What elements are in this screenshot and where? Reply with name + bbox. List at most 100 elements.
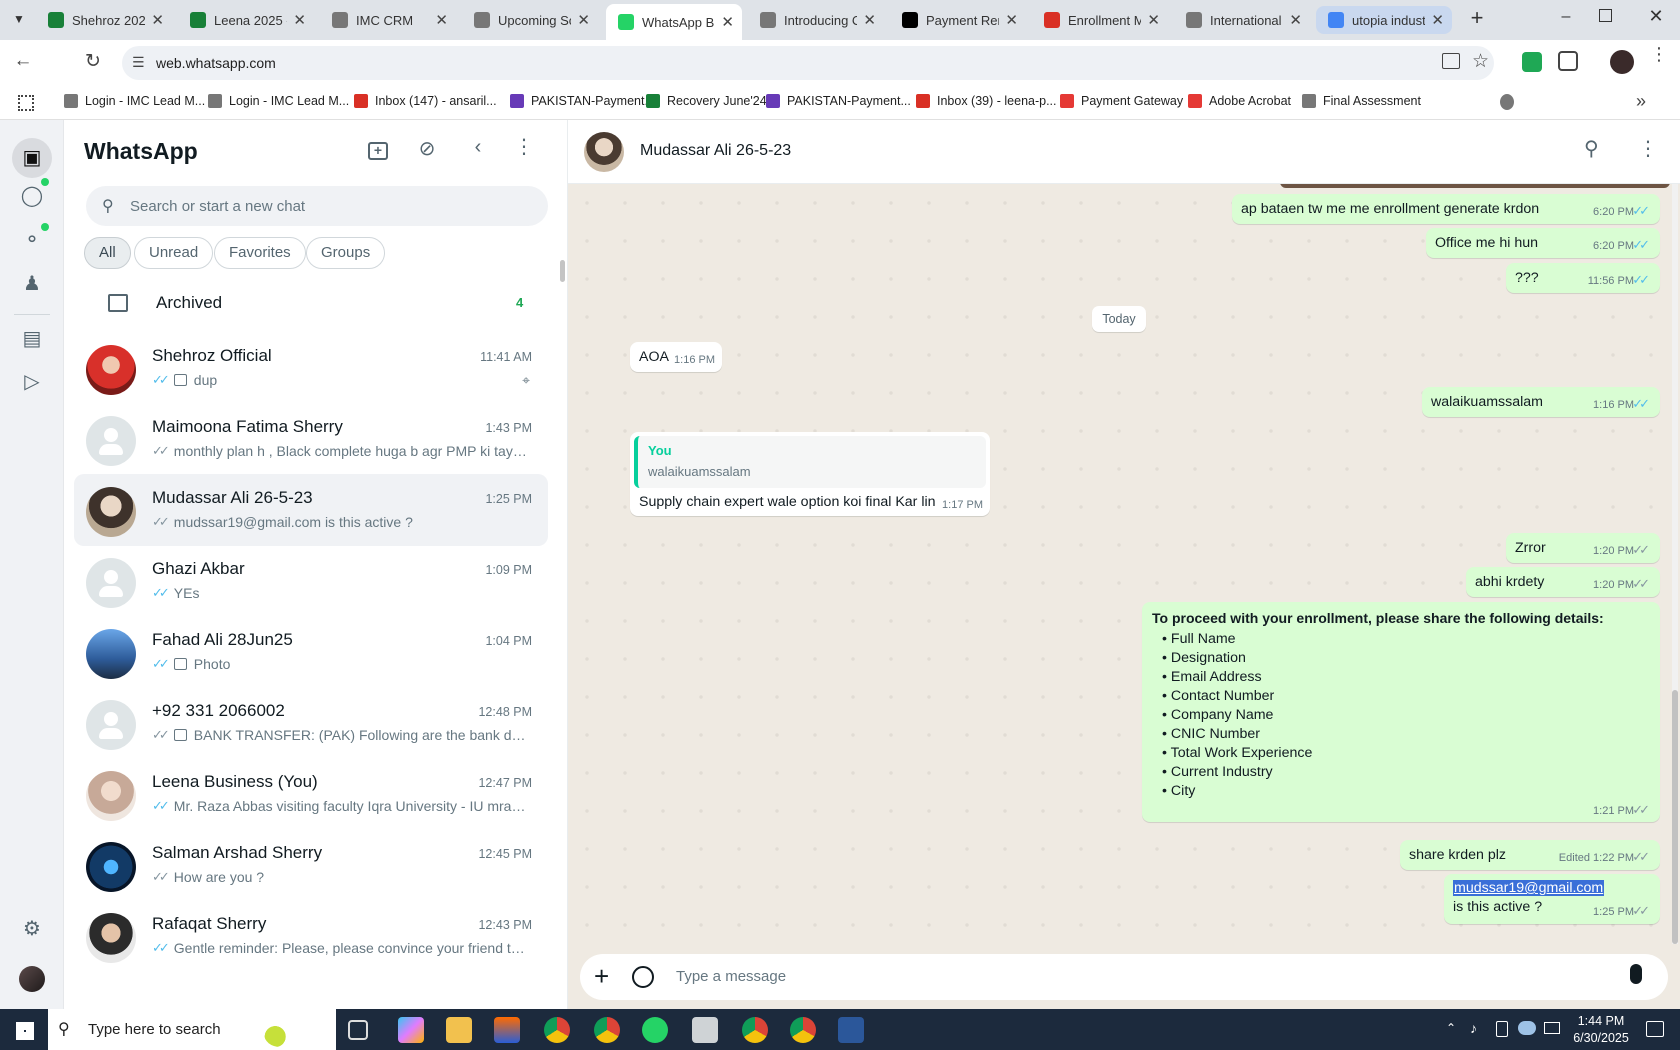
search-bar[interactable]: ⚲ Search or start a new chat bbox=[86, 186, 548, 226]
tab-0[interactable]: Shehroz 2025 ✕ bbox=[36, 6, 172, 34]
advertise-megaphone-icon[interactable]: ▷ bbox=[18, 368, 46, 396]
message-outgoing-details-request[interactable]: To proceed with your enrollment, please … bbox=[1142, 602, 1660, 822]
conversation-header[interactable]: Mudassar Ali 26-5-23 ⚲ ⋮ bbox=[568, 120, 1680, 184]
tab-7[interactable]: Enrollment M ✕ bbox=[1032, 6, 1168, 34]
tab-search-chevron-icon[interactable]: ▼ bbox=[8, 8, 30, 30]
back-arrow-icon[interactable]: ← bbox=[10, 50, 36, 76]
reload-icon[interactable]: ↻ bbox=[80, 50, 106, 76]
tab-close-icon[interactable]: ✕ bbox=[435, 11, 448, 29]
tray-weather-icon[interactable] bbox=[1518, 1021, 1536, 1035]
default-avatar-icon[interactable] bbox=[86, 558, 136, 608]
chat-row[interactable]: Ghazi Akbar 1:09 PM ✓✓ YEs bbox=[74, 545, 548, 617]
tab-close-icon[interactable]: ✕ bbox=[863, 11, 876, 29]
message-outgoing[interactable]: walaikuamssalam 1:16 PM ✓✓ bbox=[1422, 387, 1660, 417]
avatar[interactable] bbox=[86, 842, 136, 892]
chat-search-icon[interactable]: ⚲ bbox=[1584, 136, 1599, 161]
message-outgoing[interactable]: ??? 11:56 PM ✓✓ bbox=[1506, 263, 1660, 293]
tab-close-icon[interactable]: ✕ bbox=[1005, 11, 1018, 29]
message-outgoing[interactable]: abhi krdety 1:20 PM ✓✓ bbox=[1466, 567, 1660, 597]
tray-device-icon[interactable] bbox=[1496, 1021, 1508, 1037]
bookmark-9[interactable]: Final Assessment bbox=[1302, 94, 1421, 108]
filter-unread[interactable]: Unread bbox=[134, 237, 214, 269]
filter-all[interactable]: All bbox=[84, 237, 131, 269]
close-window-icon[interactable]: ✕ bbox=[1645, 6, 1667, 28]
extension-whatsapp-icon[interactable] bbox=[1522, 52, 1542, 72]
bookmark-8[interactable]: Adobe Acrobat bbox=[1188, 94, 1291, 108]
bookmark-overflow-icon[interactable] bbox=[1500, 94, 1514, 110]
site-settings-icon[interactable]: ☰ bbox=[132, 54, 145, 71]
chrome-icon-4[interactable] bbox=[790, 1017, 816, 1043]
tab-2[interactable]: IMC CRM ✕ bbox=[320, 6, 456, 34]
message-outgoing[interactable]: share krden plz Edited 1:22 PM ✓✓ bbox=[1400, 840, 1660, 870]
chat-row[interactable]: Mudassar Ali 26-5-23 1:25 PM ✓✓ mudssar19@g… bbox=[74, 474, 548, 546]
tray-network-icon[interactable] bbox=[1544, 1022, 1560, 1034]
tray-volume-muted-icon[interactable]: ♪ bbox=[1470, 1020, 1477, 1036]
address-bar[interactable]: ☰ web.whatsapp.com ☆ bbox=[122, 46, 1494, 80]
taskbar-search-box[interactable]: ⚲ Type here to search bbox=[48, 1009, 336, 1050]
default-avatar-icon[interactable] bbox=[86, 416, 136, 466]
collapse-chevron-icon[interactable]: ‹ bbox=[468, 136, 488, 160]
task-view-icon[interactable] bbox=[348, 1020, 368, 1040]
message-input[interactable]: Type a message bbox=[676, 968, 786, 985]
tray-chevron-icon[interactable]: ⌃ bbox=[1446, 1021, 1456, 1035]
tab-1[interactable]: Leena 2025 - ✕ bbox=[178, 6, 314, 34]
tab-9[interactable]: utopia indust ✕ bbox=[1316, 6, 1452, 34]
message-list-scroll-thumb[interactable] bbox=[1672, 690, 1678, 944]
avatar[interactable] bbox=[86, 629, 136, 679]
bookmark-6[interactable]: Inbox (39) - leena-p... bbox=[916, 94, 1057, 108]
minimize-window-icon[interactable]: – bbox=[1555, 8, 1577, 30]
message-outgoing[interactable]: Zrror 1:20 PM ✓✓ bbox=[1506, 533, 1660, 563]
chat-row[interactable]: Fahad Ali 28Jun25 1:04 PM ✓✓ Photo bbox=[74, 616, 548, 688]
tray-clock-time[interactable]: 1:44 PM bbox=[1566, 1014, 1636, 1028]
more-bookmarks-icon[interactable]: » bbox=[1636, 91, 1646, 112]
chat-row[interactable]: Maimoona Fatima Sherry 1:43 PM ✓✓ monthly p… bbox=[74, 403, 548, 475]
chrome-icon-3[interactable] bbox=[742, 1017, 768, 1043]
tab-3[interactable]: Upcoming Sc ✕ bbox=[462, 6, 598, 34]
tab-close-icon[interactable]: ✕ bbox=[293, 11, 306, 29]
bookmark-5[interactable]: PAKISTAN-Payment... bbox=[766, 94, 911, 108]
app-icon-orange[interactable] bbox=[494, 1017, 520, 1043]
message-outgoing[interactable]: mudssar19@gmail.com is this active ? 1:2… bbox=[1444, 874, 1660, 924]
filter-favorites[interactable]: Favorites bbox=[214, 237, 306, 269]
start-windows-icon[interactable] bbox=[16, 1022, 34, 1040]
notifications-icon[interactable] bbox=[1646, 1021, 1664, 1037]
message-incoming-reply[interactable]: You walaikuamssalam Supply chain expert … bbox=[630, 432, 990, 516]
browser-menu-icon[interactable]: ⋮ bbox=[1650, 45, 1668, 74]
contact-name[interactable]: Mudassar Ali 26-5-23 bbox=[640, 142, 791, 160]
message-outgoing[interactable]: Office me hi hun 6:20 PM ✓✓ bbox=[1426, 228, 1660, 258]
bookmark-3[interactable]: PAKISTAN-Payment... bbox=[510, 94, 655, 108]
tab-8[interactable]: International ✕ bbox=[1174, 6, 1310, 34]
chat-row[interactable]: Shehroz Official 11:41 AM ✓✓ dup ⌖ bbox=[74, 332, 548, 404]
bookmark-1[interactable]: Login - IMC Lead M... bbox=[208, 94, 349, 108]
tab-6[interactable]: Payment Rem ✕ bbox=[890, 6, 1026, 34]
restore-window-icon[interactable] bbox=[1599, 9, 1612, 22]
avatar[interactable] bbox=[86, 771, 136, 821]
url-text[interactable]: web.whatsapp.com bbox=[156, 55, 276, 71]
status-icon[interactable]: ◯ bbox=[18, 182, 46, 210]
default-avatar-icon[interactable] bbox=[86, 700, 136, 750]
contact-avatar[interactable] bbox=[584, 132, 624, 172]
tab-close-icon[interactable]: ✕ bbox=[721, 13, 734, 31]
whatsapp-app-icon[interactable] bbox=[642, 1017, 668, 1043]
chat-row[interactable]: +92 331 2066002 12:48 PM ✓✓ BANK TRANSFER: … bbox=[74, 687, 548, 759]
tab-close-icon[interactable]: ✕ bbox=[1147, 11, 1160, 29]
bookmark-star-icon[interactable]: ☆ bbox=[1472, 50, 1489, 73]
bookmark-7[interactable]: Payment Gateway bbox=[1060, 94, 1183, 108]
message-incoming[interactable]: AOA 1:16 PM bbox=[630, 342, 722, 372]
chat-row[interactable]: Salman Arshad Sherry 12:45 PM ✓✓ How are yo… bbox=[74, 829, 548, 901]
catalog-store-icon[interactable]: ▤ bbox=[18, 325, 46, 353]
tab-4[interactable]: WhatsApp Bu ✕ bbox=[606, 4, 742, 40]
word-icon[interactable] bbox=[838, 1017, 864, 1043]
taskbar-search-input[interactable]: Type here to search bbox=[88, 1021, 221, 1038]
tab-close-icon[interactable]: ✕ bbox=[1431, 11, 1444, 29]
chat-row[interactable]: Rafaqat Sherry 12:43 PM ✓✓ Gentle reminder:… bbox=[74, 900, 548, 972]
sticker-emoji-icon[interactable] bbox=[632, 966, 654, 988]
tab-close-icon[interactable]: ✕ bbox=[1289, 11, 1302, 29]
tab-close-icon[interactable]: ✕ bbox=[577, 11, 590, 29]
email-link[interactable]: mudssar19@gmail.com bbox=[1453, 880, 1605, 896]
archived-row[interactable]: Archived 4 bbox=[64, 278, 568, 328]
my-profile-avatar[interactable] bbox=[19, 966, 45, 992]
avatar[interactable] bbox=[86, 487, 136, 537]
bookmark-2[interactable]: Inbox (147) - ansaril... bbox=[354, 94, 497, 108]
file-explorer-icon[interactable] bbox=[446, 1017, 472, 1043]
